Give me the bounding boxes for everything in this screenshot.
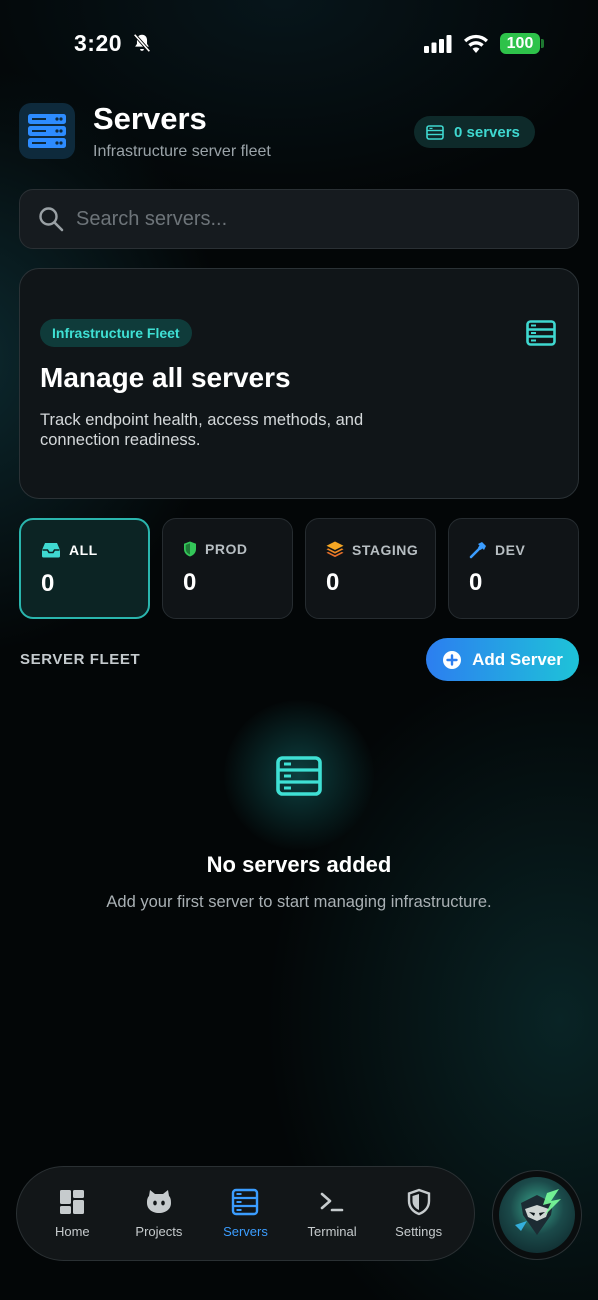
filter-prod[interactable]: PROD 0 (162, 518, 293, 619)
server-icon (426, 124, 444, 140)
nav-item-settings[interactable]: Settings (379, 1188, 459, 1239)
shield-icon (407, 1188, 430, 1216)
nav-label: Projects (135, 1224, 183, 1239)
filter-label: ALL (69, 542, 98, 558)
search-icon (39, 207, 64, 232)
plus-circle-icon (443, 650, 462, 669)
filter-all-label-row: ALL (41, 542, 98, 558)
nav-label: Home (54, 1224, 90, 1239)
servers-app-icon (19, 103, 75, 159)
search-bar[interactable] (19, 189, 579, 249)
filter-staging[interactable]: STAGING 0 (305, 518, 436, 619)
filter-count: 0 (469, 569, 483, 596)
filter-label: STAGING (352, 541, 419, 558)
filter-dev[interactable]: DEV 0 (448, 518, 579, 619)
server-icon (232, 1188, 259, 1216)
page-title: Servers (93, 101, 207, 136)
add-server-button[interactable]: Add Server (426, 638, 579, 681)
bottom-nav: Home Projects Servers Terminal Settings (16, 1166, 475, 1261)
filter-label: DEV (495, 542, 526, 558)
nav-item-servers[interactable]: Servers (205, 1188, 285, 1239)
inbox-icon (42, 543, 60, 558)
nav-item-projects[interactable]: Projects (119, 1188, 199, 1239)
shield-icon (184, 541, 196, 557)
search-input[interactable] (76, 207, 536, 231)
hero-description: Track endpoint health, access methods, a… (40, 411, 364, 449)
status-time: 3:20 (74, 30, 123, 56)
profile-avatar-button[interactable] (492, 1170, 582, 1260)
filter-all[interactable]: ALL 0 (19, 518, 150, 619)
wifi-icon (464, 34, 488, 53)
filter-count: 0 (326, 569, 340, 596)
avatar (499, 1177, 575, 1253)
fleet-pill: Infrastructure Fleet (40, 319, 192, 347)
avatar-image (515, 1189, 561, 1235)
filter-staging-label-row: STAGING (326, 541, 418, 558)
hero-title: Manage all servers (40, 362, 291, 393)
nav-item-home[interactable]: Home (32, 1188, 112, 1239)
server-stack-icon (28, 114, 66, 148)
filter-dev-label-row: DEV (469, 541, 525, 559)
filter-prod-label-row: PROD (183, 541, 247, 557)
empty-state-description: Add your first server to start managing … (106, 893, 492, 911)
server-count-badge: 0 servers (414, 116, 535, 148)
bell-muted-icon (133, 33, 151, 53)
section-label: SERVER FLEET (20, 651, 141, 668)
server-count-label: 0 servers (454, 123, 520, 141)
hammer-icon (469, 542, 486, 559)
battery-cap (541, 39, 544, 48)
cellular-signal-icon (424, 35, 452, 53)
server-icon (526, 320, 556, 346)
nav-label: Servers (223, 1224, 268, 1239)
terminal-icon (320, 1192, 344, 1212)
github-cat-icon (146, 1190, 171, 1213)
server-icon (276, 756, 322, 796)
filter-label: PROD (205, 541, 248, 557)
nav-label: Terminal (307, 1224, 357, 1239)
add-server-label: Add Server (472, 649, 563, 669)
filter-count: 0 (183, 569, 197, 596)
dashboard-icon (60, 1190, 85, 1214)
page-subtitle: Infrastructure server fleet (93, 143, 271, 160)
empty-state-title: No servers added (206, 852, 392, 877)
nav-label: Settings (395, 1224, 443, 1239)
filter-count: 0 (41, 570, 55, 597)
layers-icon (326, 541, 344, 558)
nav-item-terminal[interactable]: Terminal (292, 1188, 372, 1239)
battery-indicator: 100 (500, 33, 540, 54)
